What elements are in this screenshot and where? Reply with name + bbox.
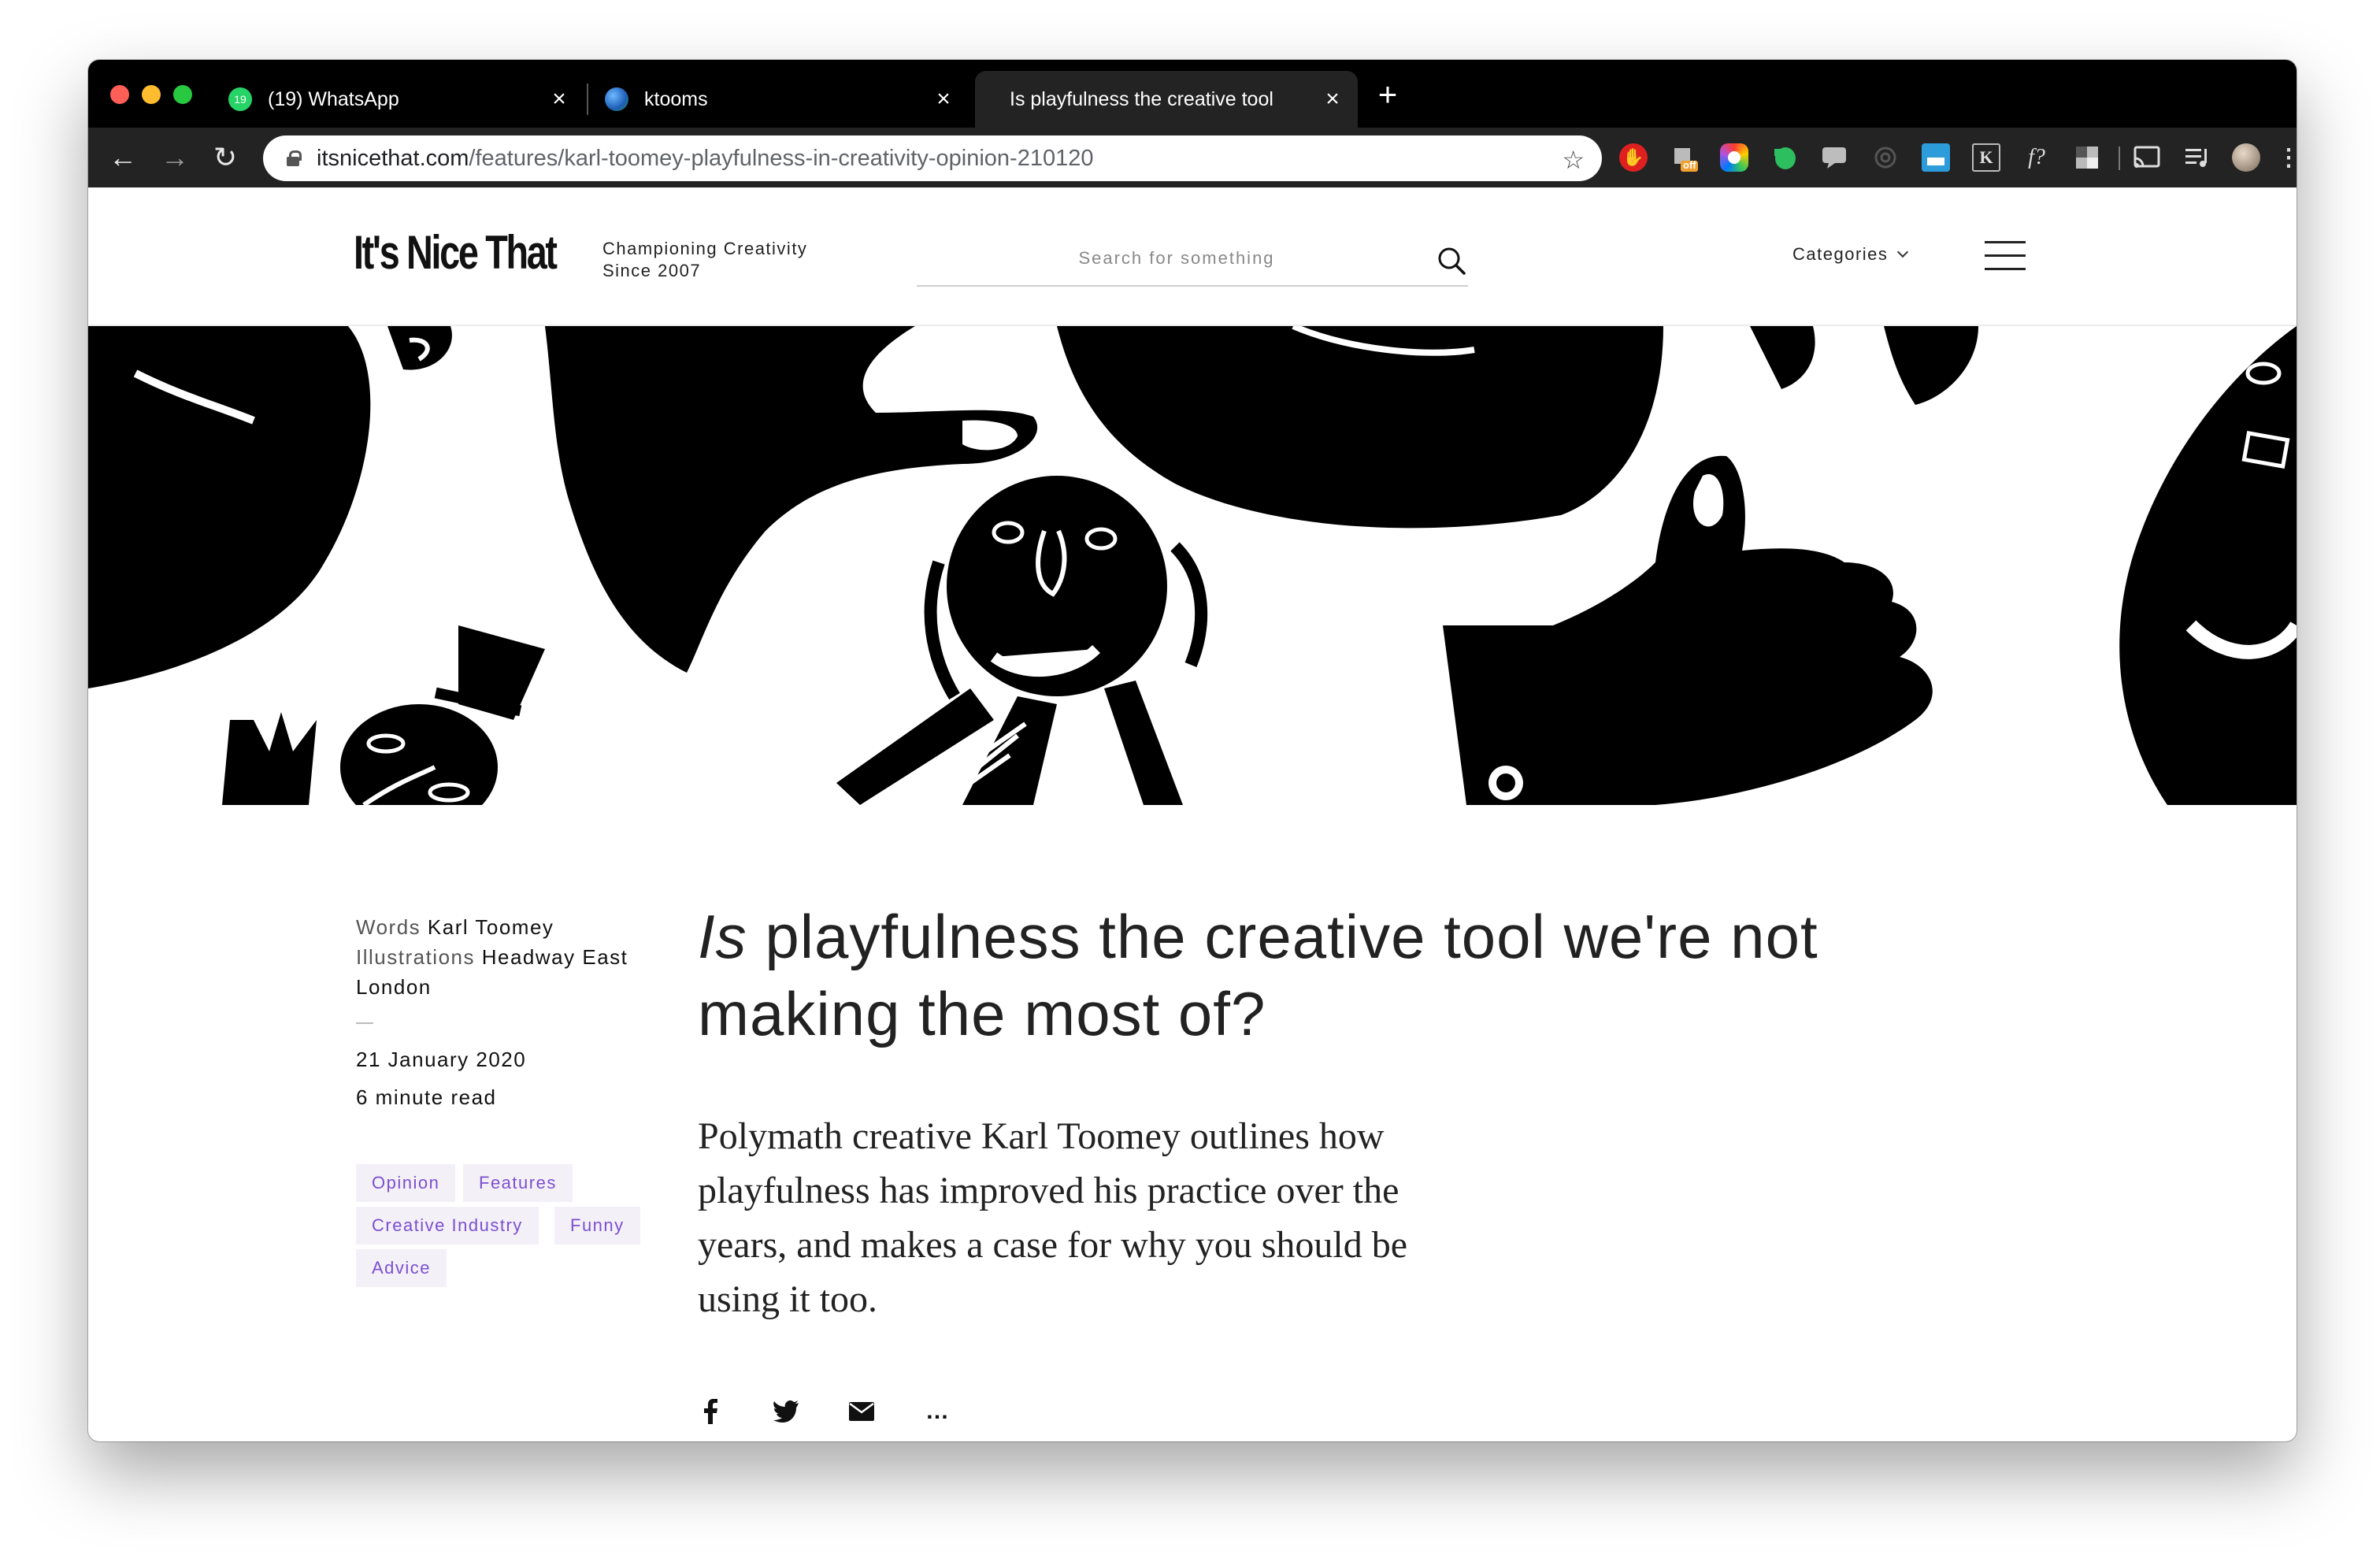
whatsapp-icon: 19 xyxy=(228,87,252,111)
tab-separator xyxy=(587,83,588,115)
window-extension-icon[interactable] xyxy=(1922,143,1950,172)
url-host: itsnicethat.com xyxy=(317,145,469,171)
site-tagline: Championing Creativity Since 2007 xyxy=(602,238,807,282)
adblock-extension-icon[interactable]: ✋ xyxy=(1619,143,1648,172)
tag-creative-industry[interactable]: Creative Industry xyxy=(356,1207,539,1245)
search-input[interactable] xyxy=(917,232,1468,285)
hero-illustration-svg xyxy=(88,326,2297,805)
color-picker-extension-icon[interactable] xyxy=(1720,143,1748,172)
read-time: 6 minute read xyxy=(356,1085,497,1109)
words-label: Words xyxy=(356,915,421,939)
cast-icon[interactable] xyxy=(2133,143,2161,172)
layout-icon xyxy=(2076,147,2098,169)
extension-off-icon[interactable]: off xyxy=(1670,143,1698,172)
k-extension-icon[interactable]: K xyxy=(1972,143,2000,172)
facebook-icon-svg xyxy=(704,1399,717,1424)
bookmark-star-icon[interactable]: ☆ xyxy=(1562,145,1585,175)
hero-illustration xyxy=(88,326,2297,805)
tab-article[interactable]: Is playfulness the creative tool × xyxy=(975,71,1358,128)
tab-title: (19) WhatsApp xyxy=(268,87,399,110)
layout-extension-icon[interactable] xyxy=(2073,143,2101,172)
tagline-line-1: Championing Creativity xyxy=(602,239,808,258)
article-headline: Is playfulness the creative tool we're n… xyxy=(698,898,1879,1052)
elephant-icon xyxy=(1774,147,1796,169)
article-standfirst: Polymath creative Karl Toomey outlines h… xyxy=(698,1115,1408,1320)
minimize-window-button[interactable] xyxy=(142,85,161,104)
tab-ktooms[interactable]: ktooms × xyxy=(591,71,969,128)
headline-text: playfulness the creative tool we're not … xyxy=(698,902,1818,1048)
tag-advice[interactable]: Advice xyxy=(356,1249,447,1287)
more-icon[interactable]: … xyxy=(921,1396,953,1427)
font-finder-extension-icon[interactable]: f? xyxy=(2022,143,2051,172)
evernote-extension-icon[interactable] xyxy=(1770,143,1799,172)
lock-icon xyxy=(287,150,302,166)
cast-icon-svg xyxy=(2133,146,2160,168)
categories-label: Categories xyxy=(1792,244,1889,264)
browser-menu-icon[interactable]: ⋮ xyxy=(2274,143,2297,172)
maximize-window-button[interactable] xyxy=(173,85,192,104)
tab-close-icon[interactable]: × xyxy=(548,87,570,111)
tab-strip: 19 (19) WhatsApp × ktooms × Is playfulne… xyxy=(88,60,2297,128)
forward-button[interactable]: → xyxy=(159,142,191,173)
categories-dropdown[interactable]: Categories xyxy=(1792,244,1909,265)
search-box xyxy=(917,232,1468,287)
browser-window: 19 (19) WhatsApp × ktooms × Is playfulne… xyxy=(88,60,2297,1441)
spiral-icon xyxy=(1874,147,1896,169)
url-text: itsnicethat.com/features/karl-toomey-pla… xyxy=(317,146,1093,172)
email-icon[interactable] xyxy=(846,1396,877,1427)
headline-emphasis: Is xyxy=(698,902,747,971)
tagline-line-2: Since 2007 xyxy=(602,261,702,280)
close-window-button[interactable] xyxy=(110,85,129,104)
tag-features[interactable]: Features xyxy=(463,1164,573,1202)
chevron-down-icon xyxy=(1897,246,1909,258)
author-link[interactable]: Karl Toomey xyxy=(428,915,554,939)
site-header: It's Nice That Championing Creativity Si… xyxy=(88,187,2297,326)
browser-toolbar: ← → ↻ itsnicethat.com/features/karl-toom… xyxy=(88,128,2297,187)
article-byline: Words Karl Toomey Illustrations Headway … xyxy=(356,912,655,1002)
profile-avatar[interactable] xyxy=(2232,143,2260,172)
illustrations-label: Illustrations xyxy=(356,945,475,969)
tab-close-icon[interactable]: × xyxy=(1322,87,1344,111)
speech-bubble-icon xyxy=(1822,147,1846,169)
media-queue-icon[interactable] xyxy=(2183,143,2211,172)
tab-close-icon[interactable]: × xyxy=(932,87,955,111)
envelope-icon xyxy=(849,1402,874,1421)
tab-title: ktooms xyxy=(644,87,708,110)
article-date: 21 January 2020 xyxy=(356,1048,527,1071)
twitter-icon[interactable] xyxy=(770,1396,802,1427)
chat-extension-icon[interactable] xyxy=(1821,143,1849,172)
address-bar[interactable]: itsnicethat.com/features/karl-toomey-pla… xyxy=(263,135,1602,181)
extension-badge: off xyxy=(1683,159,1696,171)
twitter-icon-svg xyxy=(773,1400,799,1423)
tag-funny[interactable]: Funny xyxy=(554,1207,640,1245)
search-icon[interactable] xyxy=(1437,246,1466,276)
toolbar-separator xyxy=(2119,147,2120,170)
facebook-icon[interactable] xyxy=(695,1396,726,1427)
site-logo[interactable]: It's Nice That xyxy=(354,225,558,280)
url-path: /features/karl-toomey-playfulness-in-cre… xyxy=(469,145,1094,171)
tab-title: Is playfulness the creative tool xyxy=(1010,87,1273,110)
back-button[interactable]: ← xyxy=(107,142,139,173)
spiral-extension-icon[interactable] xyxy=(1871,143,1900,172)
new-tab-button[interactable]: + xyxy=(1372,78,1403,111)
hamburger-menu-icon[interactable] xyxy=(1985,241,2026,271)
playlist-icon xyxy=(2185,149,2207,167)
tag-opinion[interactable]: Opinion xyxy=(356,1164,456,1202)
reload-button[interactable]: ↻ xyxy=(209,142,241,173)
globe-icon xyxy=(605,87,628,111)
byline-divider xyxy=(356,1022,373,1024)
tab-whatsapp[interactable]: 19 (19) WhatsApp × xyxy=(214,71,584,128)
